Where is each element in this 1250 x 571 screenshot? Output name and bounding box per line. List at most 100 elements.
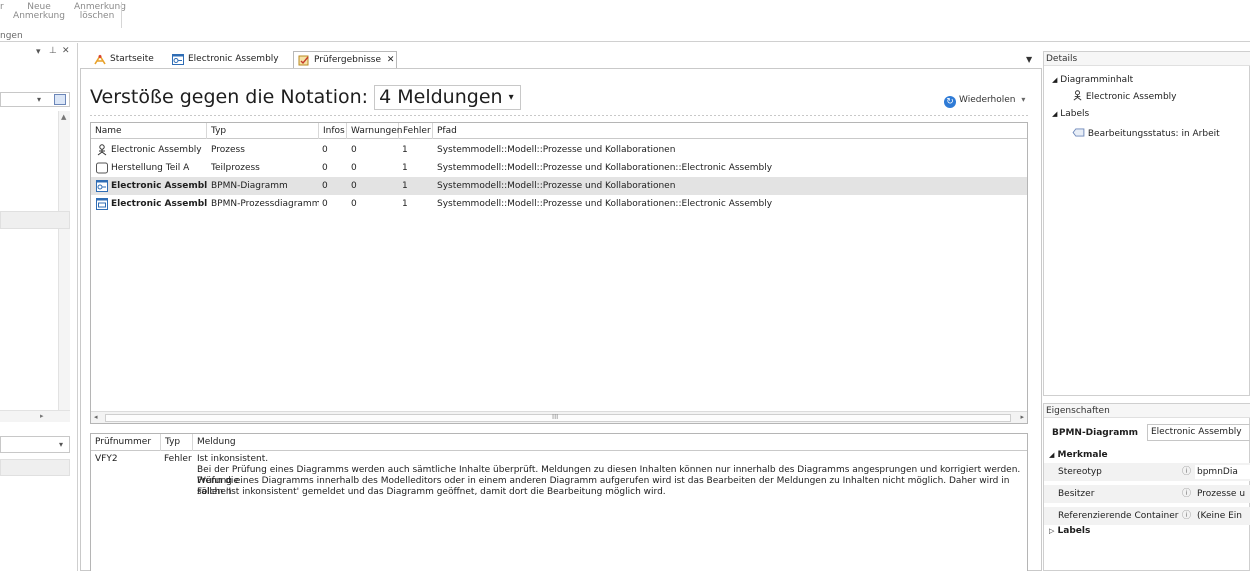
process-icon	[1073, 90, 1082, 101]
cell-infos: 0	[322, 199, 328, 209]
chevron-down-icon[interactable]: ▾	[37, 95, 41, 104]
column-header-pfad[interactable]: Pfad	[433, 123, 1027, 139]
cell-name: Herstellung Teil A	[111, 163, 190, 173]
cell-infos: 0	[322, 181, 328, 191]
left-pane-gray-field[interactable]	[0, 459, 70, 476]
collapse-icon[interactable]: ▷	[1049, 527, 1054, 535]
table-row[interactable]: Electronic Assembly BPMN-Prozessdiagramm…	[91, 195, 1027, 213]
properties-object-field[interactable]: Electronic Assembly	[1147, 424, 1250, 441]
cell-typ: BPMN-Prozessdiagramm	[211, 199, 319, 209]
tree-group-diagramminhalt[interactable]: ◢ Diagramminhalt	[1052, 74, 1133, 86]
properties-pane: Eigenschaften BPMN-Diagramm Electronic A…	[1043, 403, 1250, 571]
column-header-name[interactable]: Name	[91, 123, 207, 139]
left-pane-filter-field[interactable]: ▾	[0, 92, 70, 107]
chevron-down-icon: ▾	[508, 92, 514, 103]
heading-divider	[90, 115, 1030, 116]
property-row-besitzer[interactable]: Besitzer ⓘ Prozesse u	[1044, 485, 1250, 503]
tree-item-bearbeitungsstatus[interactable]: Bearbeitungsstatus: in Arbeit	[1072, 128, 1220, 140]
pin-icon[interactable]: ⊥	[49, 46, 57, 56]
cell-typ: BPMN-Diagramm	[211, 181, 288, 191]
left-pane-dropdown[interactable]: ▾	[0, 436, 70, 453]
chevron-down-icon[interactable]: ▾	[59, 440, 63, 449]
bpmn-diagram-icon	[172, 54, 184, 65]
properties-section-labels[interactable]: ▷ Labels	[1044, 525, 1250, 538]
tab-close-icon[interactable]: ✕	[387, 55, 395, 65]
process-icon	[97, 144, 107, 156]
refresh-button[interactable]: ↻ Wiederholen ▾	[944, 95, 1025, 108]
cell-pfad: Systemmodell::Modell::Prozesse und Kolla…	[437, 181, 676, 191]
table-hscrollbar[interactable]: ◂ III ▸	[91, 411, 1027, 423]
pane-menu-icon[interactable]: ▾	[36, 47, 41, 57]
refresh-icon: ↻	[944, 96, 956, 108]
property-value[interactable]: (Keine Ein	[1197, 507, 1250, 525]
column-header-fehler[interactable]: Fehler	[399, 123, 433, 139]
message-table: Prüfnummer Typ Meldung VFY2 Fehler Ist i…	[90, 433, 1028, 571]
tree-group-labels[interactable]: ◢ Labels	[1052, 108, 1089, 120]
section-label: Labels	[1057, 526, 1091, 536]
properties-title: Eigenschaften	[1044, 404, 1250, 418]
results-table: Name Typ Infos Warnungen Fehler Pfad Ele…	[90, 122, 1028, 424]
cell-warnungen: 0	[351, 145, 357, 155]
table-row-selected[interactable]: Electronic Assembly BPMN-Diagramm 0 0 1 …	[91, 177, 1027, 195]
left-pane-hscrollbar[interactable]: ▸	[0, 410, 70, 422]
cell-typ: Fehler	[164, 454, 192, 464]
delete-annotation-label-2: löschen	[79, 11, 115, 21]
left-pane-selected-item[interactable]	[0, 211, 70, 229]
column-header-meldung[interactable]: Meldung	[193, 434, 1027, 451]
delete-annotation-button[interactable]: Anmerkung löschen	[74, 3, 126, 21]
properties-section-merkmale[interactable]: ◢ Merkmale	[1044, 449, 1250, 462]
tab-startseite[interactable]: Startseite	[90, 51, 166, 68]
new-annotation-button[interactable]: Neue Anmerkung	[12, 3, 66, 21]
ribbon-separator	[121, 2, 122, 28]
cell-fehler: 1	[402, 181, 408, 191]
cell-name: Electronic Assembly	[111, 199, 207, 209]
details-title: Details	[1044, 52, 1250, 66]
property-value[interactable]: bpmnDia	[1195, 465, 1250, 479]
document-tab-bar: Startseite Electronic Assembly Prüfergeb…	[80, 51, 1042, 68]
tree-item-electronic-assembly[interactable]: Electronic Assembly	[1072, 90, 1176, 103]
chevron-down-icon[interactable]: ▾	[1021, 95, 1025, 104]
property-label: Besitzer	[1058, 489, 1095, 499]
scroll-up-icon[interactable]: ▲	[61, 113, 66, 121]
column-header-warnungen[interactable]: Warnungen	[347, 123, 402, 139]
check-results-icon	[298, 55, 309, 66]
scroll-right-icon[interactable]: ▸	[40, 412, 44, 420]
tab-overflow-dropdown-icon[interactable]: ▼	[1026, 55, 1032, 64]
scroll-left-icon[interactable]: ◂	[94, 413, 98, 421]
close-icon[interactable]: ✕	[62, 46, 70, 56]
column-header-infos[interactable]: Infos	[319, 123, 347, 139]
left-pane-scrollbar[interactable]: ▲ ▼	[58, 111, 70, 419]
property-row-referenzierende-container[interactable]: Referenzierende Container ⓘ (Keine Ein	[1044, 507, 1250, 525]
column-header-typ[interactable]: Typ	[207, 123, 319, 139]
scroll-right-icon[interactable]: ▸	[1020, 413, 1024, 421]
scroll-thumb[interactable]: III	[105, 413, 1011, 422]
cell-warnungen: 0	[351, 199, 357, 209]
cell-fehler: 1	[402, 163, 408, 173]
cell-pfad: Systemmodell::Modell::Prozesse und Kolla…	[437, 199, 773, 209]
expand-icon[interactable]: ◢	[1049, 451, 1054, 459]
page-title: Verstöße gegen die Notation: 4 Meldungen…	[90, 85, 521, 110]
ribbon-edge-mark: r	[0, 2, 4, 12]
expand-icon[interactable]: ◢	[1052, 110, 1057, 118]
cell-fehler: 1	[402, 199, 408, 209]
column-header-typ[interactable]: Typ	[161, 434, 193, 451]
cell-pfad: Systemmodell::Modell::Prozesse und Kolla…	[437, 163, 773, 173]
filter-icon[interactable]	[54, 94, 66, 105]
tab-electronic-assembly[interactable]: Electronic Assembly	[168, 51, 292, 68]
tree-item-label: Bearbeitungsstatus: in Arbeit	[1087, 129, 1220, 139]
message-count-dropdown[interactable]: 4 Meldungen ▾	[374, 85, 521, 110]
column-header-pruefnummer[interactable]: Prüfnummer	[91, 434, 161, 451]
home-icon	[94, 54, 106, 65]
tree-group-label: Diagramminhalt	[1060, 75, 1134, 85]
bpmn-diagram-icon	[96, 180, 108, 192]
property-label: Referenzierende Container	[1058, 511, 1179, 521]
table-row[interactable]: Electronic Assembly Prozess 0 0 1 System…	[91, 141, 1027, 159]
property-value[interactable]: Prozesse u	[1197, 485, 1250, 503]
cell-typ: Prozess	[211, 145, 245, 155]
cell-name: Electronic Assembly	[111, 181, 207, 191]
expand-icon[interactable]: ◢	[1052, 76, 1057, 84]
tab-pruefergebnisse[interactable]: Prüfergebnisse ✕	[293, 51, 397, 68]
property-row-stereotyp[interactable]: Stereotyp ⓘ bpmnDia	[1044, 463, 1250, 481]
table-row[interactable]: Herstellung Teil A Teilprozess 0 0 1 Sys…	[91, 159, 1027, 177]
tab-label: Prüfergebnisse	[314, 55, 382, 65]
